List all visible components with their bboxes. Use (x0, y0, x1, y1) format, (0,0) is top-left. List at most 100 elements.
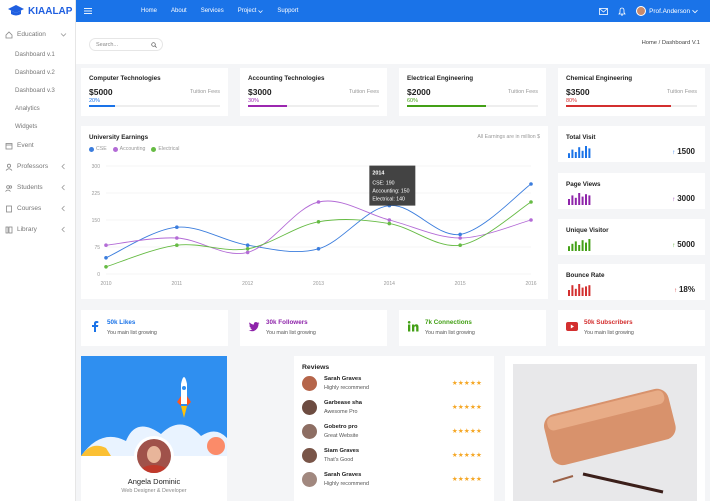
search-placeholder: Search... (96, 41, 119, 48)
social-card[interactable]: 50k Likes You main list growing (81, 310, 228, 346)
nav-about[interactable]: About (171, 8, 187, 14)
data-point (245, 250, 250, 255)
sidebar-item-dashboard-v2[interactable]: Dashboard v.2 (0, 63, 75, 81)
y-tick-label: 150 (92, 218, 101, 224)
stat-card[interactable]: Total Visit ↑ 1500 (558, 126, 705, 162)
course-card[interactable]: Accounting Technologies $3000 Tuition Fe… (240, 68, 387, 116)
sidebar-item-event[interactable]: Event (0, 135, 75, 156)
mail-icon[interactable] (599, 7, 609, 15)
course-fee-label: Tuition Fees (189, 89, 220, 95)
sidebar-item-analytics[interactable]: Analytics (0, 99, 75, 117)
stat-value-text: 5000 (677, 240, 695, 249)
rating-stars-icon: ★★★★★ (451, 428, 482, 435)
chevron-left-icon (61, 184, 65, 191)
sparkline-chart (568, 284, 591, 296)
stat-card[interactable]: Page Views ↑ 3000 (558, 173, 705, 209)
nav-home[interactable]: Home (141, 8, 157, 14)
user-icon (4, 162, 13, 171)
reviewer-name: Garbease sha (324, 400, 363, 406)
y-tick-label: 300 (92, 164, 101, 170)
x-tick-label: 2013 (313, 281, 324, 287)
course-card[interactable]: Chemical Engineering $3500 Tuition Fees … (558, 68, 705, 116)
data-point (529, 200, 533, 204)
progress-track (248, 105, 379, 107)
nav-project[interactable]: Project (238, 8, 264, 14)
review-item[interactable]: Sarah Graves Highly recommend ★★★★★ (302, 470, 482, 492)
social-card[interactable]: 30k Followers You main list growing (240, 310, 387, 346)
brand-logo[interactable]: KIAALAP (0, 0, 75, 22)
bell-icon[interactable] (618, 7, 626, 16)
social-title: 30k Followers (266, 319, 308, 326)
sidebar-item-courses[interactable]: Courses (0, 198, 75, 219)
spark-bar (568, 199, 570, 205)
data-point (316, 247, 321, 251)
progress-track (407, 105, 538, 107)
sidebar-item-widgets[interactable]: Widgets (0, 117, 75, 135)
data-point (458, 236, 462, 240)
sidebar-item-label: Analytics (15, 104, 40, 112)
course-price: $2000 (407, 87, 431, 97)
twitter-icon[interactable] (248, 320, 260, 332)
data-point (529, 218, 533, 222)
search-icon[interactable] (151, 42, 157, 48)
profile-avatar[interactable] (137, 439, 171, 473)
data-point (458, 232, 462, 237)
data-point (175, 225, 179, 229)
social-card[interactable]: 7k Connections You main list growing (399, 310, 546, 346)
spark-bar (585, 242, 587, 251)
course-fee-label: Tuition Fees (666, 89, 697, 95)
social-subtitle: You main list growing (425, 330, 475, 336)
stat-card[interactable]: Unique Visitor ↑ 5000 (558, 219, 705, 255)
course-card[interactable]: Computer Technologies $5000 Tuition Fees… (81, 68, 228, 116)
spark-bar (574, 152, 577, 158)
x-tick-label: 2012 (242, 281, 253, 287)
spark-bar (588, 195, 591, 205)
nav-support[interactable]: Support (277, 8, 298, 14)
menu-toggle-icon[interactable] (84, 7, 92, 15)
course-fee-label: Tuition Fees (348, 89, 379, 95)
review-item[interactable]: Sarah Graves Highly recommend ★★★★★ (302, 374, 482, 396)
data-point (316, 220, 321, 224)
review-item[interactable]: Gobetro pro Great Website ★★★★★ (302, 422, 482, 444)
course-title: Computer Technologies (89, 75, 161, 82)
brand-name: KIAALAP (28, 5, 73, 17)
pencil-case-image (513, 364, 697, 501)
course-title: Accounting Technologies (248, 75, 325, 82)
social-title: 50k Subscribers (584, 319, 633, 326)
calendar-icon (4, 141, 13, 150)
earnings-chart-card: University Earnings All Earnings are in … (81, 126, 548, 299)
social-subtitle: You main list growing (107, 330, 157, 336)
user-menu[interactable]: Prof.Anderson (636, 6, 698, 16)
sidebar-item-label: Professors (17, 163, 49, 170)
sidebar-item-label: Dashboard v.1 (15, 50, 55, 58)
stat-card[interactable]: Bounce Rate ↑ 18% (558, 264, 705, 300)
facebook-icon[interactable] (89, 320, 101, 332)
review-item[interactable]: Garbease sha Awesome Pro ★★★★★ (302, 398, 482, 420)
spark-bar (585, 194, 587, 205)
social-card[interactable]: 50k Subscribers You main list growing (558, 310, 705, 346)
stat-value: ↑ 5000 (672, 240, 695, 249)
sparkline-chart (568, 239, 591, 251)
search-input[interactable]: Search... (89, 38, 163, 51)
line-chart: 0 75 150 225 300 2010 2011 2012 2013 2014 2015 2016… (92, 164, 537, 287)
sidebar-item-library[interactable]: Library (0, 219, 75, 240)
youtube-icon[interactable] (566, 320, 578, 332)
trend-icon: ↑ (672, 197, 676, 203)
nav-services[interactable]: Services (201, 8, 224, 14)
linkedin-icon[interactable] (407, 320, 419, 332)
course-price: $3000 (248, 87, 272, 97)
sidebar-item-education[interactable]: Education (0, 24, 75, 45)
sidebar-item-professors[interactable]: Professors (0, 156, 75, 177)
spark-bar (568, 290, 570, 296)
stat-title: Page Views (566, 181, 601, 188)
sidebar-item-students[interactable]: Students (0, 177, 75, 198)
reviewer-avatar (302, 400, 317, 415)
course-card[interactable]: Electrical Engineering $2000 Tuition Fee… (399, 68, 546, 116)
stat-value-text: 18% (678, 285, 695, 294)
reviewer-name: Siam Graves (324, 448, 360, 454)
review-item[interactable]: Siam Graves That's Good ★★★★★ (302, 446, 482, 468)
course-title: Chemical Engineering (566, 75, 633, 82)
sidebar-item-dashboard-v1[interactable]: Dashboard v.1 (0, 45, 75, 63)
stat-value: ↑ 1500 (672, 147, 695, 156)
sidebar-item-dashboard-v3[interactable]: Dashboard v.3 (0, 81, 75, 99)
